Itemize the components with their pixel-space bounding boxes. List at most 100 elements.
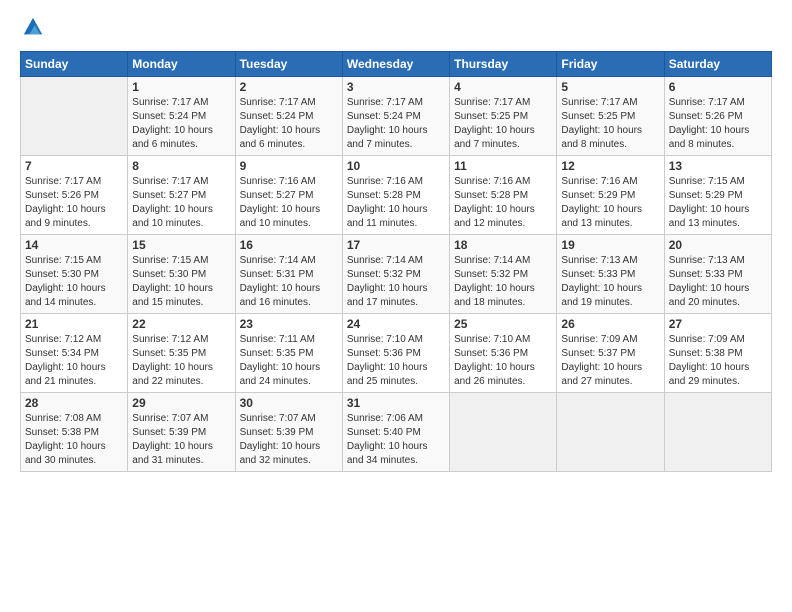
calendar-cell: 11 Sunrise: 7:16 AMSunset: 5:28 PMDayligh… [450, 156, 557, 235]
day-info: Sunrise: 7:17 AMSunset: 5:25 PMDaylight:… [561, 96, 659, 152]
calendar-cell: 10 Sunrise: 7:16 AMSunset: 5:28 PMDayligh… [342, 156, 449, 235]
calendar-cell: 4 Sunrise: 7:17 AMSunset: 5:25 PMDaylight… [450, 77, 557, 156]
calendar-cell: 7 Sunrise: 7:17 AMSunset: 5:26 PMDaylight… [21, 156, 128, 235]
day-info: Sunrise: 7:07 AMSunset: 5:39 PMDaylight:… [132, 412, 230, 468]
calendar-week-3: 14 Sunrise: 7:15 AMSunset: 5:30 PMDayligh… [21, 235, 772, 314]
calendar-week-5: 28 Sunrise: 7:08 AMSunset: 5:38 PMDayligh… [21, 393, 772, 472]
calendar-cell: 1 Sunrise: 7:17 AMSunset: 5:24 PMDaylight… [128, 77, 235, 156]
logo [20, 16, 48, 43]
day-number: 21 [25, 317, 123, 331]
day-number: 8 [132, 159, 230, 173]
calendar-cell: 9 Sunrise: 7:16 AMSunset: 5:27 PMDaylight… [235, 156, 342, 235]
day-info: Sunrise: 7:17 AMSunset: 5:26 PMDaylight:… [25, 175, 123, 231]
calendar-cell: 8 Sunrise: 7:17 AMSunset: 5:27 PMDaylight… [128, 156, 235, 235]
day-info: Sunrise: 7:12 AMSunset: 5:35 PMDaylight:… [132, 333, 230, 389]
calendar-cell: 5 Sunrise: 7:17 AMSunset: 5:25 PMDaylight… [557, 77, 664, 156]
calendar-cell: 31 Sunrise: 7:06 AMSunset: 5:40 PMDayligh… [342, 393, 449, 472]
day-number: 11 [454, 159, 552, 173]
calendar-cell [21, 77, 128, 156]
calendar-cell [664, 393, 771, 472]
day-info: Sunrise: 7:15 AMSunset: 5:30 PMDaylight:… [25, 254, 123, 310]
day-number: 30 [240, 396, 338, 410]
day-info: Sunrise: 7:17 AMSunset: 5:24 PMDaylight:… [347, 96, 445, 152]
calendar-week-4: 21Sunrise: 7:12 AMSunset: 5:34 PMDayligh… [21, 314, 772, 393]
day-number: 2 [240, 80, 338, 94]
day-info: Sunrise: 7:10 AMSunset: 5:36 PMDaylight:… [347, 333, 445, 389]
day-info: Sunrise: 7:14 AMSunset: 5:31 PMDaylight:… [240, 254, 338, 310]
day-number: 27 [669, 317, 767, 331]
day-number: 13 [669, 159, 767, 173]
day-number: 19 [561, 238, 659, 252]
calendar-cell: 30 Sunrise: 7:07 AMSunset: 5:39 PMDayligh… [235, 393, 342, 472]
day-number: 24 [347, 317, 445, 331]
day-info: Sunrise: 7:09 AMSunset: 5:38 PMDaylight:… [669, 333, 767, 389]
calendar-cell: 28 Sunrise: 7:08 AMSunset: 5:38 PMDayligh… [21, 393, 128, 472]
calendar-cell: 17Sunrise: 7:14 AMSunset: 5:32 PMDayligh… [342, 235, 449, 314]
calendar-cell [450, 393, 557, 472]
day-number: 4 [454, 80, 552, 94]
calendar-table: SundayMondayTuesdayWednesdayThursdayFrid… [20, 51, 772, 472]
weekday-header-friday: Friday [557, 52, 664, 77]
calendar-cell [557, 393, 664, 472]
weekday-header-saturday: Saturday [664, 52, 771, 77]
weekday-header-wednesday: Wednesday [342, 52, 449, 77]
calendar-cell: 15 Sunrise: 7:15 AMSunset: 5:30 PMDayligh… [128, 235, 235, 314]
day-info: Sunrise: 7:17 AMSunset: 5:25 PMDaylight:… [454, 96, 552, 152]
calendar-cell: 24 Sunrise: 7:10 AMSunset: 5:36 PMDayligh… [342, 314, 449, 393]
day-info: Sunrise: 7:16 AMSunset: 5:29 PMDaylight:… [561, 175, 659, 231]
calendar-cell: 16 Sunrise: 7:14 AMSunset: 5:31 PMDayligh… [235, 235, 342, 314]
day-info: Sunrise: 7:16 AMSunset: 5:28 PMDaylight:… [347, 175, 445, 231]
day-number: 7 [25, 159, 123, 173]
weekday-header-tuesday: Tuesday [235, 52, 342, 77]
day-number: 14 [25, 238, 123, 252]
day-info: Sunrise: 7:14 AMSunset: 5:32 PMDaylight:… [454, 254, 552, 310]
day-number: 28 [25, 396, 123, 410]
day-number: 3 [347, 80, 445, 94]
day-info: Sunrise: 7:08 AMSunset: 5:38 PMDaylight:… [25, 412, 123, 468]
day-info: Sunrise: 7:17 AMSunset: 5:24 PMDaylight:… [240, 96, 338, 152]
weekday-header-sunday: Sunday [21, 52, 128, 77]
day-number: 6 [669, 80, 767, 94]
day-info: Sunrise: 7:17 AMSunset: 5:27 PMDaylight:… [132, 175, 230, 231]
day-number: 22 [132, 317, 230, 331]
day-number: 18 [454, 238, 552, 252]
day-info: Sunrise: 7:16 AMSunset: 5:28 PMDaylight:… [454, 175, 552, 231]
day-info: Sunrise: 7:13 AMSunset: 5:33 PMDaylight:… [561, 254, 659, 310]
day-number: 20 [669, 238, 767, 252]
day-number: 5 [561, 80, 659, 94]
weekday-header-row: SundayMondayTuesdayWednesdayThursdayFrid… [21, 52, 772, 77]
weekday-header-thursday: Thursday [450, 52, 557, 77]
page-header [20, 16, 772, 43]
day-info: Sunrise: 7:06 AMSunset: 5:40 PMDaylight:… [347, 412, 445, 468]
day-number: 26 [561, 317, 659, 331]
day-info: Sunrise: 7:11 AMSunset: 5:35 PMDaylight:… [240, 333, 338, 389]
calendar-cell: 23Sunrise: 7:11 AMSunset: 5:35 PMDayligh… [235, 314, 342, 393]
calendar-cell: 6 Sunrise: 7:17 AMSunset: 5:26 PMDaylight… [664, 77, 771, 156]
day-info: Sunrise: 7:15 AMSunset: 5:29 PMDaylight:… [669, 175, 767, 231]
calendar-cell: 3 Sunrise: 7:17 AMSunset: 5:24 PMDaylight… [342, 77, 449, 156]
calendar-cell: 27 Sunrise: 7:09 AMSunset: 5:38 PMDayligh… [664, 314, 771, 393]
calendar-cell: 21Sunrise: 7:12 AMSunset: 5:34 PMDayligh… [21, 314, 128, 393]
day-info: Sunrise: 7:17 AMSunset: 5:24 PMDaylight:… [132, 96, 230, 152]
calendar-cell: 2 Sunrise: 7:17 AMSunset: 5:24 PMDaylight… [235, 77, 342, 156]
day-info: Sunrise: 7:07 AMSunset: 5:39 PMDaylight:… [240, 412, 338, 468]
day-info: Sunrise: 7:14 AMSunset: 5:32 PMDaylight:… [347, 254, 445, 310]
calendar-week-2: 7 Sunrise: 7:17 AMSunset: 5:26 PMDaylight… [21, 156, 772, 235]
calendar-week-1: 1 Sunrise: 7:17 AMSunset: 5:24 PMDaylight… [21, 77, 772, 156]
calendar-cell: 26 Sunrise: 7:09 AMSunset: 5:37 PMDayligh… [557, 314, 664, 393]
logo-icon [22, 16, 44, 38]
day-info: Sunrise: 7:10 AMSunset: 5:36 PMDaylight:… [454, 333, 552, 389]
calendar-cell: 29Sunrise: 7:07 AMSunset: 5:39 PMDayligh… [128, 393, 235, 472]
day-number: 15 [132, 238, 230, 252]
day-number: 1 [132, 80, 230, 94]
calendar-cell: 20Sunrise: 7:13 AMSunset: 5:33 PMDayligh… [664, 235, 771, 314]
day-info: Sunrise: 7:17 AMSunset: 5:26 PMDaylight:… [669, 96, 767, 152]
day-number: 9 [240, 159, 338, 173]
day-info: Sunrise: 7:15 AMSunset: 5:30 PMDaylight:… [132, 254, 230, 310]
day-number: 10 [347, 159, 445, 173]
day-number: 16 [240, 238, 338, 252]
day-number: 31 [347, 396, 445, 410]
day-info: Sunrise: 7:09 AMSunset: 5:37 PMDaylight:… [561, 333, 659, 389]
day-info: Sunrise: 7:16 AMSunset: 5:27 PMDaylight:… [240, 175, 338, 231]
calendar-cell: 19 Sunrise: 7:13 AMSunset: 5:33 PMDayligh… [557, 235, 664, 314]
